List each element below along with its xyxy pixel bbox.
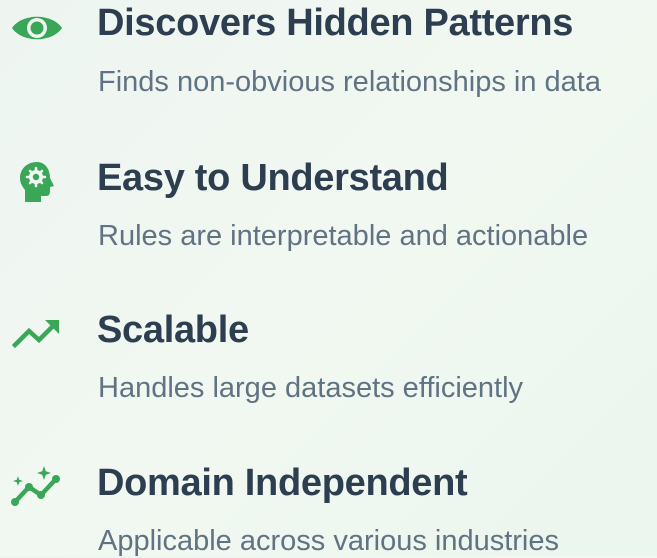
feature-description: Handles large datasets efficiently — [98, 372, 524, 404]
sparkle-chart-icon — [8, 464, 66, 508]
feature-description: Finds non-obvious relationships in data — [98, 66, 601, 98]
feature-title: Discovers Hidden Patterns — [97, 2, 574, 44]
head-gear-icon — [8, 160, 66, 204]
feature-title: Easy to Understand — [97, 157, 449, 199]
feature-description: Applicable across various industries — [98, 525, 559, 557]
feature-title: Scalable — [97, 309, 249, 351]
trending-up-icon — [8, 310, 66, 354]
feature-description: Rules are interpretable and actionable — [98, 220, 589, 252]
feature-title: Domain Independent — [97, 462, 468, 504]
eye-icon — [8, 6, 66, 50]
